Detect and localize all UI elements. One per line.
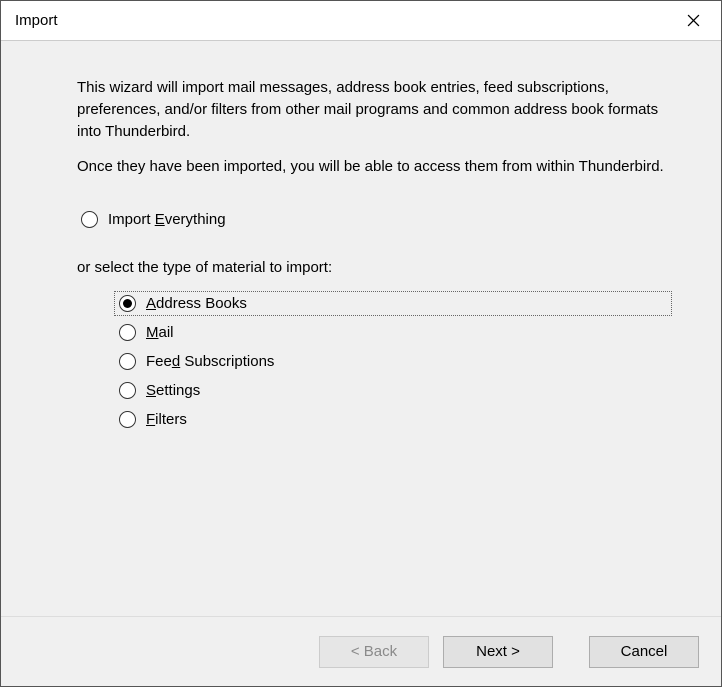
window-title: Import bbox=[15, 12, 58, 29]
radio-icon bbox=[81, 211, 98, 228]
close-icon bbox=[687, 14, 700, 27]
intro-text-1: This wizard will import mail messages, a… bbox=[77, 77, 671, 142]
radio-feed-subscriptions[interactable]: Feed Subscriptions bbox=[115, 350, 671, 373]
radio-label: Settings bbox=[146, 382, 200, 399]
radio-mail[interactable]: Mail bbox=[115, 321, 671, 344]
radio-icon bbox=[119, 353, 136, 370]
close-button[interactable] bbox=[673, 5, 713, 37]
radio-import-everything[interactable]: Import Everything bbox=[77, 208, 671, 231]
radio-label: Mail bbox=[146, 324, 174, 341]
radio-label: Feed Subscriptions bbox=[146, 353, 274, 370]
back-button: < Back bbox=[319, 636, 429, 668]
radio-icon bbox=[119, 324, 136, 341]
radio-address-books[interactable]: Address Books bbox=[115, 292, 671, 315]
radio-icon bbox=[119, 382, 136, 399]
or-label: or select the type of material to import… bbox=[77, 259, 671, 276]
intro-text-2: Once they have been imported, you will b… bbox=[77, 156, 671, 178]
next-button[interactable]: Next > bbox=[443, 636, 553, 668]
radio-label: Filters bbox=[146, 411, 187, 428]
title-bar: Import bbox=[1, 1, 721, 41]
radio-label: Address Books bbox=[146, 295, 247, 312]
radio-settings[interactable]: Settings bbox=[115, 379, 671, 402]
radio-filters[interactable]: Filters bbox=[115, 408, 671, 431]
button-bar: < Back Next > Cancel bbox=[1, 616, 721, 686]
radio-icon bbox=[119, 411, 136, 428]
radio-label: Import Everything bbox=[108, 211, 226, 228]
radio-icon bbox=[119, 295, 136, 312]
dialog-content: This wizard will import mail messages, a… bbox=[1, 41, 721, 616]
cancel-button[interactable]: Cancel bbox=[589, 636, 699, 668]
